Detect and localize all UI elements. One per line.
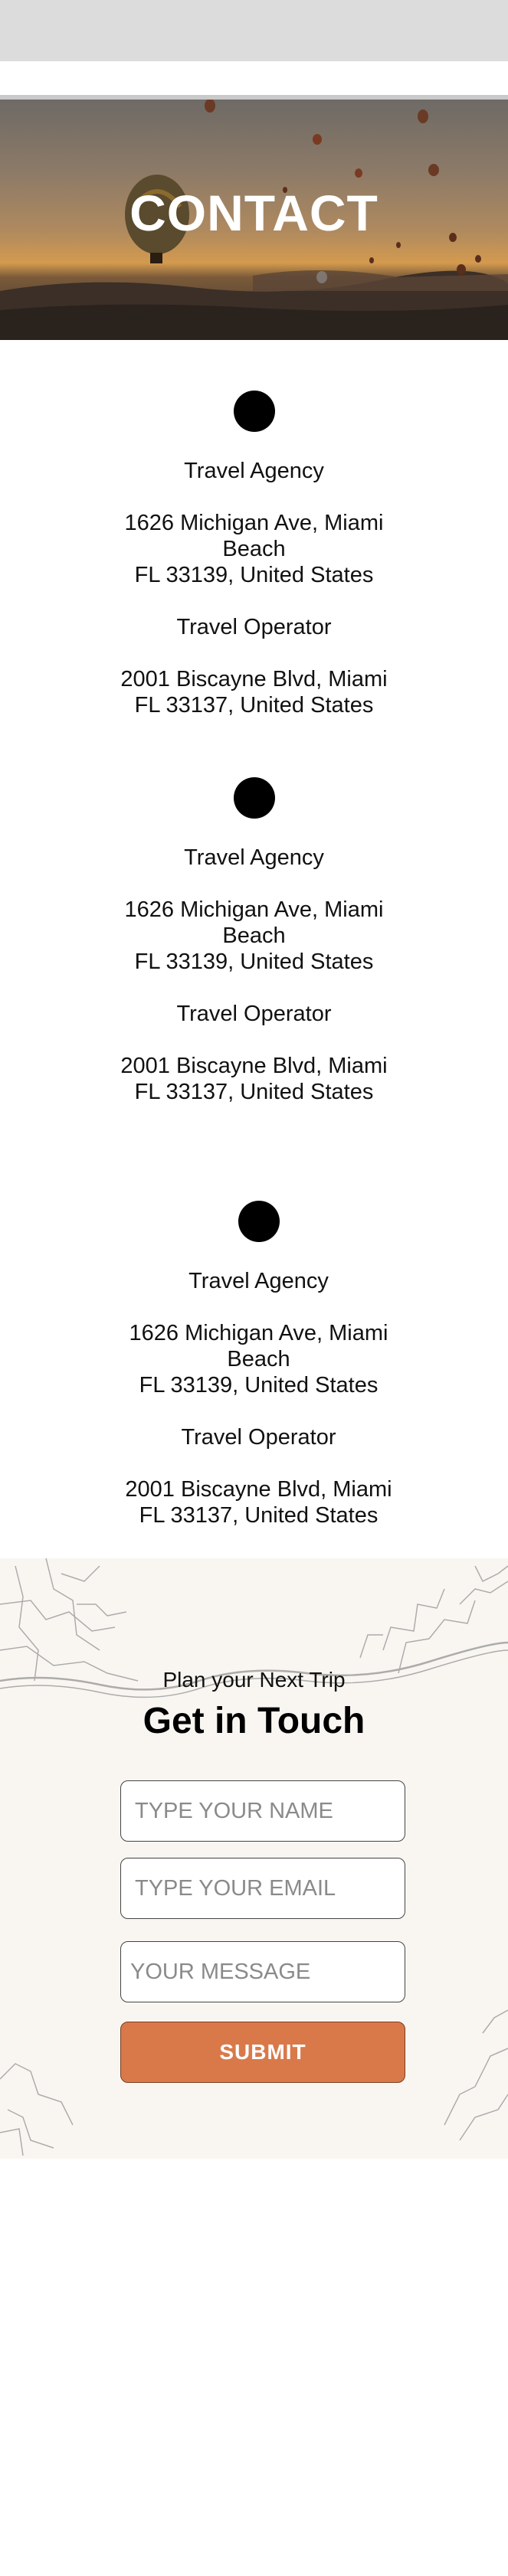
address-line: Beach xyxy=(227,1347,290,1371)
location-icon xyxy=(238,1201,280,1242)
office-card: Travel Agency 1626 Michigan Ave, Miami B… xyxy=(0,777,508,1105)
operator-address: 2001 Biscayne Blvd, Miami FL 33137, Unit… xyxy=(0,1053,508,1105)
office-card: Travel Agency 1626 Michigan Ave, Miami B… xyxy=(5,1201,508,1528)
operator-name: Travel Operator xyxy=(176,1002,332,1026)
agency-name: Travel Agency xyxy=(184,459,324,483)
address-line: FL 33139, United States xyxy=(134,563,374,587)
address-line: FL 33137, United States xyxy=(134,693,374,718)
agency-name: Travel Agency xyxy=(188,1269,329,1293)
agency-address: 1626 Michigan Ave, Miami Beach FL 33139,… xyxy=(0,897,508,975)
address-line: FL 33137, United States xyxy=(134,1080,374,1104)
address-line: 2001 Biscayne Blvd, Miami xyxy=(120,667,388,691)
operator-name: Travel Operator xyxy=(181,1425,336,1450)
address-line: 1626 Michigan Ave, Miami xyxy=(124,511,384,535)
address-line: FL 33139, United States xyxy=(134,950,374,974)
agency-name: Travel Agency xyxy=(184,845,324,870)
address-line: 2001 Biscayne Blvd, Miami xyxy=(120,1054,388,1078)
email-input[interactable] xyxy=(120,1858,405,1919)
name-input[interactable] xyxy=(120,1780,405,1842)
agency-address: 1626 Michigan Ave, Miami Beach FL 33139,… xyxy=(0,510,508,588)
operator-address: 2001 Biscayne Blvd, Miami FL 33137, Unit… xyxy=(0,666,508,718)
hero-banner: CONTACT xyxy=(0,100,508,340)
page-title: CONTACT xyxy=(129,185,379,241)
submit-button[interactable]: SUBMIT xyxy=(120,2022,405,2083)
agency-address: 1626 Michigan Ave, Miami Beach FL 33139,… xyxy=(5,1320,508,1398)
address-line: 2001 Biscayne Blvd, Miami xyxy=(125,1477,392,1502)
message-input[interactable] xyxy=(120,1941,405,2002)
address-line: FL 33137, United States xyxy=(139,1503,379,1528)
operator-address: 2001 Biscayne Blvd, Miami FL 33137, Unit… xyxy=(5,1476,508,1528)
address-line: Beach xyxy=(222,537,286,561)
location-icon xyxy=(233,391,275,432)
address-line: Beach xyxy=(222,924,286,948)
address-line: FL 33139, United States xyxy=(139,1373,379,1398)
location-icon xyxy=(233,777,275,819)
address-line: 1626 Michigan Ave, Miami xyxy=(129,1321,388,1345)
form-heading: Get in Touch xyxy=(143,1701,365,1741)
form-kicker: Plan your Next Trip xyxy=(162,1668,346,1692)
office-card: Travel Agency 1626 Michigan Ave, Miami B… xyxy=(0,391,508,718)
operator-name: Travel Operator xyxy=(176,615,332,639)
address-line: 1626 Michigan Ave, Miami xyxy=(124,897,384,922)
contact-form-section: Plan your Next Trip Get in Touch SUBMIT xyxy=(0,1558,508,2159)
top-bar xyxy=(0,0,508,61)
